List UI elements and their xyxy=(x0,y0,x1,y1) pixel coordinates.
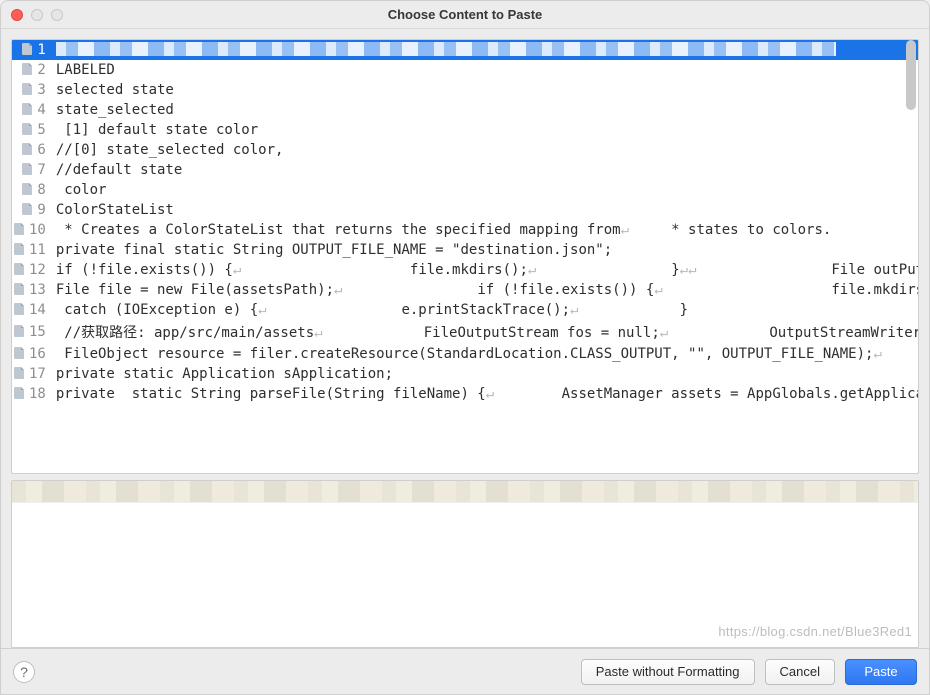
help-button[interactable]: ? xyxy=(13,661,35,683)
list-item[interactable]: 8 color xyxy=(12,180,918,200)
document-icon xyxy=(22,43,33,55)
row-gutter: 10 xyxy=(12,220,52,240)
row-text: //default state xyxy=(52,160,918,180)
cancel-button[interactable]: Cancel xyxy=(765,659,835,685)
row-gutter: 17 xyxy=(12,364,52,384)
document-icon xyxy=(14,303,25,315)
dialog-window: Choose Content to Paste 12LABELED3select… xyxy=(0,0,930,695)
document-icon xyxy=(14,367,25,379)
list-item[interactable]: 9ColorStateList xyxy=(12,200,918,220)
window-title: Choose Content to Paste xyxy=(1,7,929,22)
row-gutter: 14 xyxy=(12,300,52,320)
row-text xyxy=(52,40,918,60)
list-item[interactable]: 17private static Application sApplicatio… xyxy=(12,364,918,384)
row-gutter: 12 xyxy=(12,260,52,280)
row-gutter: 7 xyxy=(12,160,52,180)
row-text: selected state xyxy=(52,80,918,100)
row-text: //[0] state_selected color, xyxy=(52,140,918,160)
content-area: 12LABELED3selected state4state_selected5… xyxy=(1,29,929,648)
list-item[interactable]: 7//default state xyxy=(12,160,918,180)
row-text: private static String parseFile(String f… xyxy=(52,384,918,404)
row-gutter: 8 xyxy=(12,180,52,200)
document-icon xyxy=(22,123,33,135)
vertical-scrollbar[interactable] xyxy=(904,40,918,473)
document-icon xyxy=(14,347,25,359)
list-item[interactable]: 2LABELED xyxy=(12,60,918,80)
row-text: color xyxy=(52,180,918,200)
row-text: LABELED xyxy=(52,60,918,80)
row-gutter: 3 xyxy=(12,80,52,100)
redacted-content xyxy=(56,42,836,56)
row-text: ColorStateList xyxy=(52,200,918,220)
list-item[interactable]: 6//[0] state_selected color, xyxy=(12,140,918,160)
watermark-text: https://blog.csdn.net/Blue3Red1 xyxy=(718,624,912,639)
document-icon xyxy=(14,243,25,255)
list-item[interactable]: 4state_selected xyxy=(12,100,918,120)
row-gutter: 4 xyxy=(12,100,52,120)
preview-panel xyxy=(11,480,919,648)
scrollbar-thumb[interactable] xyxy=(906,40,916,110)
list-item[interactable]: 12if (!file.exists()) {↵ file.mkdirs();↵… xyxy=(12,260,918,280)
list-item[interactable]: 15 //获取路径: app/src/main/assets↵ FileOutp… xyxy=(12,320,918,344)
paste-button[interactable]: Paste xyxy=(845,659,917,685)
row-gutter: 13 xyxy=(12,280,52,300)
document-icon xyxy=(22,163,33,175)
row-gutter: 5 xyxy=(12,120,52,140)
row-text: if (!file.exists()) {↵ file.mkdirs();↵ }… xyxy=(52,260,918,280)
clipboard-history-panel: 12LABELED3selected state4state_selected5… xyxy=(11,39,919,474)
document-icon xyxy=(14,223,25,235)
row-gutter: 18 xyxy=(12,384,52,404)
preview-content xyxy=(12,481,918,503)
list-item[interactable]: 16 FileObject resource = filer.createRes… xyxy=(12,344,918,364)
document-icon xyxy=(22,63,33,75)
list-item[interactable]: 13File file = new File(assetsPath);↵ if … xyxy=(12,280,918,300)
row-gutter: 1 xyxy=(12,40,52,60)
list-item[interactable]: 18private static String parseFile(String… xyxy=(12,384,918,404)
document-icon xyxy=(22,203,33,215)
row-gutter: 15 xyxy=(12,320,52,344)
row-gutter: 9 xyxy=(12,200,52,220)
row-gutter: 6 xyxy=(12,140,52,160)
paste-without-formatting-button[interactable]: Paste without Formatting xyxy=(581,659,755,685)
document-icon xyxy=(14,325,25,337)
list-item[interactable]: 11private final static String OUTPUT_FIL… xyxy=(12,240,918,260)
list-item[interactable]: 14 catch (IOException e) {↵ e.printStack… xyxy=(12,300,918,320)
row-text: //获取路径: app/src/main/assets↵ FileOutputS… xyxy=(52,320,918,344)
list-item[interactable]: 1 xyxy=(12,40,918,60)
row-gutter: 2 xyxy=(12,60,52,80)
row-text: state_selected xyxy=(52,100,918,120)
list-item[interactable]: 3selected state xyxy=(12,80,918,100)
row-text: [1] default state color xyxy=(52,120,918,140)
list-item[interactable]: 10 * Creates a ColorStateList that retur… xyxy=(12,220,918,240)
clipboard-list[interactable]: 12LABELED3selected state4state_selected5… xyxy=(12,40,918,473)
document-icon xyxy=(14,387,25,399)
row-gutter: 16 xyxy=(12,344,52,364)
document-icon xyxy=(22,83,33,95)
document-icon xyxy=(22,183,33,195)
document-icon xyxy=(22,103,33,115)
row-text: private final static String OUTPUT_FILE_… xyxy=(52,240,918,260)
list-item[interactable]: 5 [1] default state color xyxy=(12,120,918,140)
document-icon xyxy=(14,263,25,275)
row-gutter: 11 xyxy=(12,240,52,260)
dialog-footer: ? Paste without Formatting Cancel Paste xyxy=(1,648,929,694)
row-text: catch (IOException e) {↵ e.printStackTra… xyxy=(52,300,918,320)
document-icon xyxy=(22,143,33,155)
row-text: * Creates a ColorStateList that returns … xyxy=(52,220,918,240)
row-text: private static Application sApplication; xyxy=(52,364,918,384)
document-icon xyxy=(14,283,25,295)
row-text: File file = new File(assetsPath);↵ if (!… xyxy=(52,280,918,300)
titlebar: Choose Content to Paste xyxy=(1,1,929,29)
row-text: FileObject resource = filer.createResour… xyxy=(52,344,918,364)
